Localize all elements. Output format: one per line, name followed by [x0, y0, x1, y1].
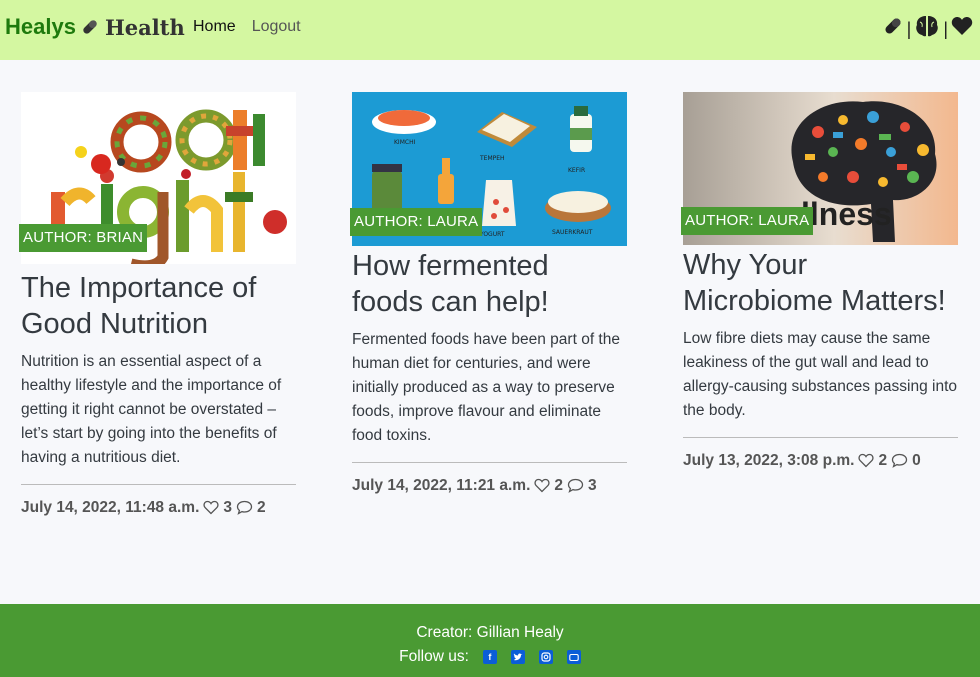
- facebook-icon[interactable]: f: [482, 650, 497, 664]
- post-date: July 14, 2022, 11:21 a.m.: [352, 477, 531, 494]
- comment-icon[interactable]: [891, 452, 908, 470]
- post-title[interactable]: The Importance of Good Nutrition: [21, 270, 296, 342]
- divider: [352, 462, 627, 463]
- nav-logout-link[interactable]: Logout: [252, 18, 301, 36]
- footer-follow: Follow us: f: [0, 648, 980, 666]
- like-count: 2: [878, 452, 888, 469]
- like-count: 3: [223, 499, 233, 516]
- nav-icons: | |: [882, 14, 973, 43]
- comment-icon[interactable]: [567, 477, 584, 495]
- eat-right-image[interactable]: AUTHOR: BRIAN: [19, 92, 296, 272]
- like-count: 2: [554, 477, 564, 494]
- heart-outline-icon[interactable]: [534, 477, 550, 495]
- image-label-sauerkraut: SAUERKRAUT: [552, 229, 593, 236]
- image-label-yogurt: YOGURT: [479, 231, 505, 238]
- heart-outline-icon[interactable]: [203, 499, 219, 517]
- heart-outline-icon[interactable]: [858, 452, 874, 470]
- post-date: July 14, 2022, 11:48 a.m.: [21, 499, 200, 516]
- comment-count: 2: [257, 499, 266, 516]
- instagram-icon[interactable]: [538, 650, 553, 664]
- heart-icon[interactable]: [951, 16, 973, 41]
- post-meta: July 14, 2022, 11:48 a.m. 3 2: [21, 499, 296, 517]
- divider: [21, 484, 296, 485]
- post-excerpt: Low fibre diets may cause the same leaki…: [683, 330, 957, 419]
- post-card[interactable]: AUTHOR: BRIAN The Importance of Good Nut…: [19, 92, 296, 517]
- nav-home-link[interactable]: Home: [193, 18, 236, 36]
- footer-creator: Creator: Gillian Healy: [416, 624, 564, 641]
- post-title[interactable]: How fermented foods can help!: [352, 248, 627, 320]
- twitter-icon[interactable]: [510, 650, 525, 664]
- post-card[interactable]: KIMCHI TEMPEH KEFIR YOGURT SAUERKRAUT AU…: [350, 92, 627, 495]
- brand-logo[interactable]: Healys Health: [5, 14, 185, 40]
- fermented-foods-image[interactable]: KIMCHI TEMPEH KEFIR YOGURT SAUERKRAUT AU…: [350, 92, 627, 246]
- post-meta: July 14, 2022, 11:21 a.m. 2 3: [352, 477, 627, 495]
- image-label-tempeh: TEMPEH: [479, 155, 505, 162]
- post-excerpt: Fermented foods have been part of the hu…: [352, 331, 620, 444]
- pills-icon[interactable]: [882, 15, 904, 42]
- nav-separator: |: [943, 18, 948, 39]
- nav-links: Home Logout: [193, 18, 301, 36]
- post-meta: July 13, 2022, 3:08 p.m. 2 0: [683, 452, 958, 470]
- author-badge: AUTHOR: BRIAN: [19, 224, 148, 252]
- navbar: Healys Health Home Logout | |: [0, 0, 980, 60]
- image-label-kefir: KEFIR: [568, 167, 585, 174]
- post-date: July 13, 2022, 3:08 p.m.: [683, 452, 855, 469]
- brand-name-health: Health: [104, 14, 185, 40]
- footer: Creator: Gillian Healy Follow us: f: [0, 604, 980, 677]
- post-title[interactable]: Why Your Microbiome Matters!: [683, 247, 958, 319]
- divider: [683, 437, 958, 438]
- comment-count: 3: [588, 477, 597, 494]
- follow-label: Follow us:: [399, 648, 469, 665]
- image-word: llness: [801, 196, 892, 232]
- nav-separator: |: [906, 18, 912, 39]
- image-label-kimchi: KIMCHI: [394, 139, 416, 146]
- comment-count: 0: [912, 452, 921, 469]
- post-excerpt: Nutrition is an essential aspect of a he…: [21, 353, 282, 466]
- brain-wellness-image[interactable]: llness AUTHOR: LAURA: [681, 92, 958, 245]
- post-card[interactable]: llness AUTHOR: LAURA Why Your Microbiome…: [681, 92, 958, 470]
- brain-icon[interactable]: [914, 14, 940, 43]
- author-badge: AUTHOR: LAURA: [350, 208, 483, 236]
- comment-icon[interactable]: [236, 499, 253, 517]
- pill-icon: [80, 17, 100, 37]
- author-badge: AUTHOR: LAURA: [681, 207, 814, 235]
- brand-name-healys: Healys: [5, 14, 76, 39]
- youtube-icon[interactable]: [566, 650, 581, 664]
